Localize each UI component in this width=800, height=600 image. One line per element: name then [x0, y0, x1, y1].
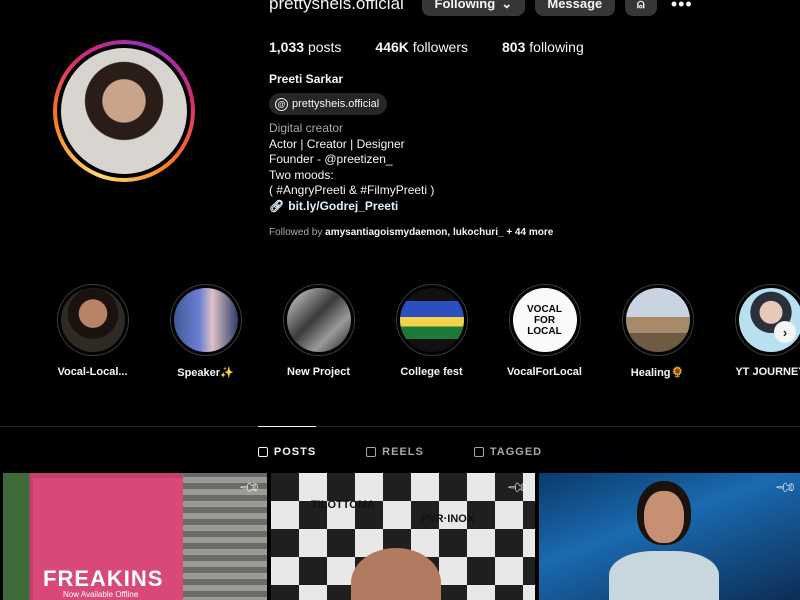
following-stat[interactable]: 803 following: [502, 39, 584, 55]
highlight-item[interactable]: College fest: [375, 284, 488, 379]
highlight-ring: [282, 284, 355, 356]
highlight-cover: [625, 288, 690, 352]
highlight-ring: [395, 284, 468, 356]
reels-icon: [366, 446, 377, 457]
story-highlights: Vocal-Local... Speaker✨ New Project Coll…: [36, 284, 800, 379]
highlight-ring: [621, 284, 694, 356]
post-thumbnail[interactable]: FREAKINS Now Available Offline 📌︎: [3, 473, 267, 600]
following-label: Following: [434, 0, 496, 11]
highlight-item[interactable]: Healing🌻: [601, 284, 714, 379]
posts-grid: FREAKINS Now Available Offline 📌︎ TILOTT…: [3, 473, 800, 600]
post-thumbnail[interactable]: 📌︎: [539, 473, 800, 600]
post-person: [351, 548, 441, 600]
avatar[interactable]: [53, 40, 195, 182]
chevron-right-icon[interactable]: ›: [774, 321, 796, 343]
person-body: [609, 551, 719, 600]
tab-tagged[interactable]: TAGGED: [473, 426, 543, 474]
followers-count: 446K: [375, 39, 409, 55]
more-options-icon[interactable]: •••: [671, 0, 693, 13]
followed-by-names: amysantiagoismydaemon, lukochuri_: [325, 227, 504, 238]
tab-label: TAGGED: [489, 445, 543, 458]
highlight-ring: [169, 284, 242, 356]
highlight-label: Healing🌻: [630, 367, 685, 379]
highlight-cover: [173, 288, 238, 352]
highlight-cover: [286, 288, 351, 352]
badge-line: LOCAL: [527, 325, 562, 337]
posts-stat: 1,033 posts: [269, 39, 341, 55]
highlight-ring: VOCAL FOR LOCAL: [508, 284, 581, 356]
suggest-user-button[interactable]: ⍝: [624, 0, 657, 16]
chevron-down-icon: ⌄: [501, 0, 513, 11]
followers-label: followers: [412, 39, 469, 55]
highlight-label: YT JOURNEY: [735, 366, 800, 378]
followed-by-more: + 44 more: [506, 227, 554, 238]
highlight-label: College fest: [400, 366, 463, 378]
add-person-icon: ⍝: [636, 0, 645, 11]
post-logo: TILOTTOMA: [311, 499, 375, 511]
followers-stat[interactable]: 446K followers: [375, 39, 468, 55]
highlight-ring: [734, 284, 800, 356]
avatar-image: [61, 48, 187, 174]
vocal-for-local-badge: VOCAL FOR LOCAL: [512, 288, 577, 352]
tab-reels[interactable]: REELS: [366, 426, 424, 474]
followed-by-prefix: Followed by: [269, 227, 323, 238]
threads-handle: prettysheis.official: [292, 98, 380, 110]
highlight-item[interactable]: Vocal-Local...: [36, 284, 149, 379]
category-label: Digital creator: [269, 121, 344, 135]
highlight-cover: [738, 288, 800, 352]
link-icon: 🔗︎: [269, 198, 285, 213]
post-brand-text: FREAKINS: [43, 566, 164, 591]
tagged-icon: [473, 446, 484, 457]
post-person: [609, 481, 719, 600]
avatar-inner: [57, 44, 191, 178]
person-face: [644, 491, 684, 543]
profile-page: prettysheis.official Following ⌄ Message…: [0, 0, 800, 600]
bio-line: Founder - @preetizen_: [269, 152, 393, 166]
highlight-label: Vocal-Local...: [57, 366, 128, 378]
full-name: Preeti Sarkar: [269, 72, 344, 86]
bio-line: Actor | Creator | Designer: [269, 136, 405, 151]
following-stat-label: following: [529, 39, 584, 55]
highlight-cover: [399, 288, 464, 352]
highlight-ring: [56, 284, 129, 356]
post-subtext: Now Available Offline: [63, 590, 139, 599]
threads-icon: @: [275, 97, 288, 111]
tab-label: POSTS: [273, 445, 317, 458]
tab-label: REELS: [382, 445, 424, 458]
post-logo: PVR·INOX: [421, 513, 475, 525]
tab-posts[interactable]: POSTS: [257, 426, 317, 474]
bio-link-text: bit.ly/Godrej_Preeti: [288, 198, 399, 213]
post-thumbnail[interactable]: TILOTTOMA PVR·INOX 📌︎: [271, 473, 535, 600]
highlight-cover: [60, 288, 125, 352]
following-button[interactable]: Following ⌄: [421, 0, 525, 16]
badge-line: FOR: [533, 314, 556, 326]
message-button[interactable]: Message: [534, 0, 615, 16]
highlight-label: New Project: [287, 366, 350, 378]
posts-label: posts: [307, 39, 342, 55]
posts-count: 1,033: [269, 39, 305, 55]
profile-stats: 1,033 posts 446K followers 803 following: [269, 39, 584, 55]
highlight-item[interactable]: Speaker✨: [149, 284, 262, 379]
highlight-item[interactable]: New Project: [262, 284, 375, 379]
profile-header-row: prettysheis.official Following ⌄ Message…: [269, 0, 693, 16]
pin-icon: 📌︎: [506, 475, 531, 500]
highlight-item[interactable]: VOCAL FOR LOCAL VocalForLocal: [488, 284, 601, 379]
bio: Digital creator Actor | Creator | Design…: [269, 121, 434, 214]
highlight-label: Speaker✨: [177, 367, 234, 379]
followed-by[interactable]: Followed by amysantiagoismydaemon, lukoc…: [269, 227, 553, 238]
bio-line: Two moods:: [269, 167, 334, 182]
badge-line: VOCAL: [527, 303, 562, 315]
threads-badge[interactable]: @ prettysheis.official: [269, 93, 388, 115]
bio-line: ( #AngryPreeti & #FilmyPreeti ): [269, 183, 435, 197]
grid-icon: [257, 446, 268, 457]
pin-icon: 📌︎: [774, 475, 799, 500]
username: prettysheis.official: [269, 0, 404, 13]
following-count: 803: [502, 39, 526, 55]
bio-link[interactable]: 🔗︎ bit.ly/Godrej_Preeti: [269, 199, 434, 215]
highlight-label: VocalForLocal: [507, 366, 582, 378]
profile-tabs: POSTS REELS TAGGED: [0, 426, 800, 474]
